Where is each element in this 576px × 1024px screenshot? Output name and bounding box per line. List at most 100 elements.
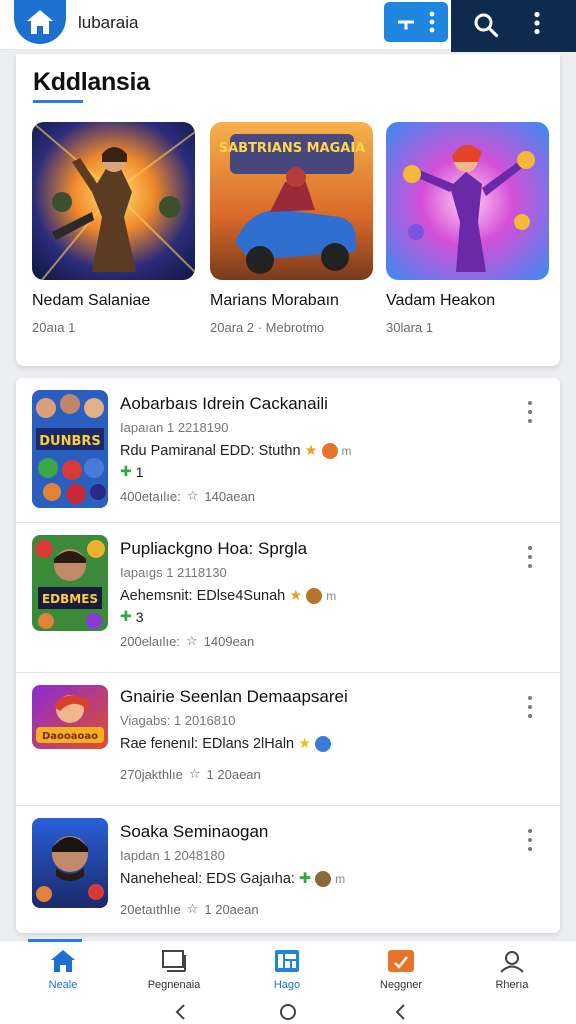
more-glyph: m — [326, 589, 337, 603]
downloads-text: 270jakthlıe — [120, 766, 183, 782]
list-item-title: Aobarbaıs Idrein Cackanaili — [120, 394, 328, 413]
nav-label: Neggner — [379, 979, 423, 991]
more-glyph: m — [341, 444, 352, 458]
downloads-text: 200elaılıe: — [120, 633, 180, 649]
list-item-subtitle: Iapaıgs 1 2118130 — [120, 565, 227, 580]
nav-label: Neale — [48, 979, 78, 991]
house-icon — [27, 10, 53, 34]
profile-icon — [500, 951, 524, 973]
list-item-title: Soaka Seminaogan — [120, 822, 269, 841]
artwork-logo-text: SABTRIANS MAGAIA — [219, 141, 366, 156]
list-item-description: Rdu Pamiranal EDD: Stuthn ★ m — [120, 443, 510, 459]
featured-section: Kddlansia Nedam Salaniae 20aıa 1 SABTRIA… — [16, 54, 560, 366]
nav-updates[interactable]: Neggner — [351, 949, 451, 991]
plus-icon — [398, 20, 414, 30]
app-logo[interactable] — [14, 0, 66, 44]
rating-text: 140aean — [204, 488, 255, 504]
toolbar-actions — [451, 0, 576, 52]
list-item-extra: ✚ 3 — [120, 608, 510, 625]
featured-item-name: Nedam Salaniae — [32, 292, 151, 309]
home-button-icon[interactable] — [279, 1003, 297, 1021]
featured-item-name: Vadam Heakon — [386, 292, 496, 309]
list-item-description: Rae fenenıl: EDlans 2lHaln ★ — [120, 736, 510, 752]
update-icon — [388, 950, 414, 972]
overflow-menu-icon[interactable] — [533, 11, 541, 35]
app-list: DUNBRS Aobarbaıs Idrein Cackanaili Iapaı… — [16, 378, 560, 933]
star-outline-icon: ☆ — [186, 633, 198, 648]
featured-item[interactable]: Vadam Heakon 30lara 1 — [386, 122, 550, 335]
nav-library[interactable]: Pegnenaia — [124, 949, 224, 991]
library-icon — [162, 950, 186, 972]
list-item-text: Pupliackgno Hoa: Sprgla Iapaıgs 1 211813… — [120, 539, 510, 649]
add-button[interactable] — [384, 2, 448, 42]
list-item-stats: 400etaılıe: ☆ 140aean — [120, 488, 510, 504]
app-icon-text: DUNBRS — [39, 434, 101, 449]
app-icon: EDBMES — [32, 535, 108, 631]
nav-home[interactable]: Neale — [13, 949, 113, 991]
featured-item[interactable]: SABTRIANS MAGAIA Marians Morabaın 20ara … — [210, 122, 374, 335]
recents-back-icon[interactable] — [394, 1003, 408, 1021]
badge-icon — [315, 736, 332, 752]
clover-icon: ✚ — [120, 463, 132, 479]
more-vert-icon — [429, 11, 435, 33]
nav-label: Rherıa — [495, 979, 529, 991]
description-text: Naneheheal: EDS Gajaıha: — [120, 871, 295, 887]
game-artwork — [386, 122, 549, 280]
list-item-stats: 200elaılıe: ☆ 1409ean — [120, 633, 510, 649]
list-item[interactable]: DUNBRS Aobarbaıs Idrein Cackanaili Iapaı… — [16, 378, 560, 523]
more-options-icon[interactable] — [522, 693, 538, 721]
featured-item[interactable]: Nedam Salaniae 20aıa 1 — [32, 122, 196, 335]
system-navigation-bar — [0, 1000, 576, 1024]
badge-icon — [321, 443, 338, 459]
app-icon-text: Daooaoao — [42, 731, 98, 742]
badge-icon — [306, 588, 323, 604]
list-item-extra: ✚ 1 — [120, 463, 510, 480]
top-app-bar: lubaraia — [0, 0, 576, 52]
clover-icon: ✚ — [120, 608, 132, 624]
list-item-title: Gnairie Seenlan Demaapsarei — [120, 687, 348, 706]
list-item-description: Aehemsnit: EDlse4Sunah ★ m — [120, 588, 510, 604]
list-item-title: Pupliackgno Hoa: Sprgla — [120, 539, 308, 558]
list-item-description: Naneheheal: EDS Gajaıha: ✚ m — [120, 871, 510, 887]
badge-icon — [315, 871, 332, 887]
nav-profile[interactable]: Rherıa — [462, 949, 562, 991]
more-options-icon[interactable] — [522, 398, 538, 426]
app-icon: DUNBRS — [32, 390, 108, 508]
list-item[interactable]: Soaka Seminaogan Iapdan 1 2048180 Nanehe… — [16, 806, 560, 933]
list-item-stats: 270jakthlıe ☆ 1 20aean — [120, 766, 510, 782]
list-item[interactable]: EDBMES Pupliackgno Hoa: Sprgla Iapaıgs 1… — [16, 523, 560, 673]
list-item[interactable]: Daooaoao Gnairie Seenlan Demaapsarei Via… — [16, 673, 560, 806]
rating-text: 1 20aean — [206, 766, 261, 782]
list-item-text: Gnairie Seenlan Demaapsarei Viagabs: 1 2… — [120, 687, 510, 782]
game-artwork: SABTRIANS MAGAIA — [210, 122, 373, 280]
list-item-stats: 20etaıthlıe ☆ 1 20aean — [120, 901, 510, 917]
section-title: Kddlansia — [33, 68, 150, 96]
list-item-text: Soaka Seminaogan Iapdan 1 2048180 Nanehe… — [120, 822, 510, 917]
app-icon — [32, 818, 108, 908]
clover-icon: ✚ — [298, 871, 312, 887]
back-icon[interactable] — [174, 1003, 188, 1021]
extra-count: 1 — [135, 463, 144, 480]
extra-count: 3 — [135, 608, 144, 625]
nav-label: Pegnenaia — [147, 979, 201, 991]
nav-label: Hago — [273, 979, 301, 991]
star-icon: ★ — [304, 443, 318, 459]
more-options-icon[interactable] — [522, 543, 538, 571]
star-outline-icon: ☆ — [186, 901, 199, 916]
search-icon[interactable] — [473, 12, 499, 38]
description-text: Rae fenenıl: EDlans 2lHaln — [120, 736, 295, 752]
title-underline — [33, 100, 83, 103]
apps-icon — [275, 950, 299, 972]
app-icon-text: EDBMES — [42, 592, 98, 606]
list-item-subtitle: Viagabs: 1 2016810 — [120, 713, 236, 728]
more-options-icon[interactable] — [522, 826, 538, 854]
active-tab-indicator — [28, 939, 82, 942]
nav-apps[interactable]: Hago — [237, 949, 337, 991]
description-text: Aehemsnit: EDlse4Sunah — [120, 588, 286, 604]
game-artwork — [32, 122, 195, 280]
downloads-text: 400etaılıe: — [120, 488, 181, 504]
downloads-text: 20etaıthlıe — [120, 901, 181, 917]
more-glyph: m — [335, 872, 346, 886]
featured-item-meta: 20aıa 1 — [32, 320, 76, 335]
app-title: lubaraia — [78, 13, 139, 32]
